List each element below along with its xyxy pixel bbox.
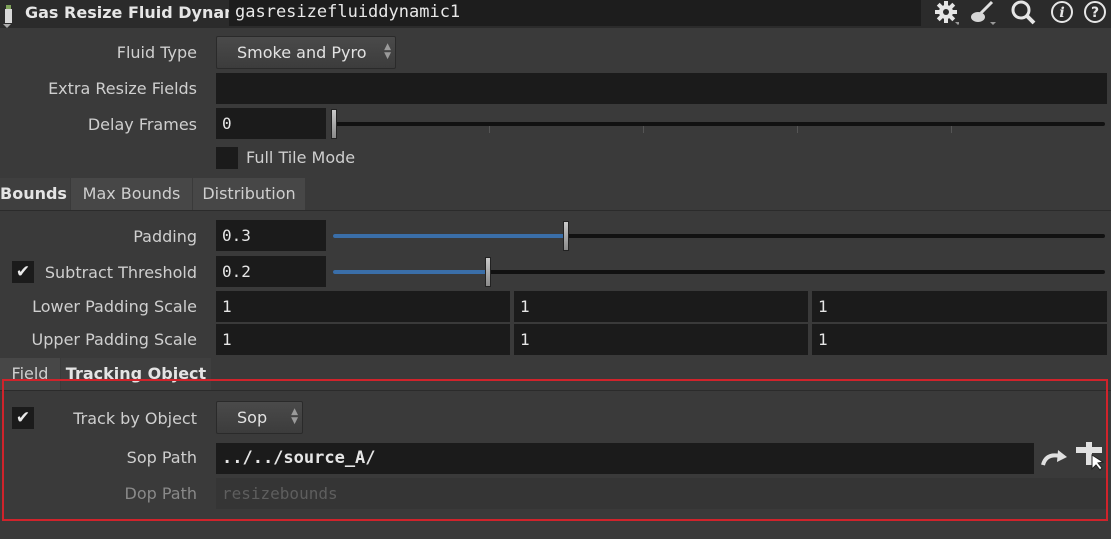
dop-path-label: Dop Path: [124, 484, 198, 503]
magnifier-icon[interactable]: [1007, 0, 1039, 26]
lower-padding-scale-label: Lower Padding Scale: [32, 297, 197, 316]
tab-tracking-object[interactable]: Tracking Object: [61, 358, 211, 390]
operator-chooser-icon[interactable]: [1074, 441, 1106, 471]
padding-label: Padding: [133, 227, 197, 246]
lower-padding-scale-y[interactable]: 1: [514, 291, 808, 322]
gear-icon[interactable]: [930, 0, 962, 26]
subtract-threshold-slider-fill: [333, 270, 487, 274]
tab-max-bounds[interactable]: Max Bounds: [71, 178, 192, 210]
fluid-type-value: Smoke and Pyro: [237, 43, 367, 62]
delay-frames-input[interactable]: 0: [216, 108, 326, 139]
full-tile-mode-label: Full Tile Mode: [246, 148, 356, 167]
help-icon[interactable]: ?: [1079, 0, 1111, 26]
padding-slider-handle[interactable]: [563, 221, 569, 251]
node-name-field[interactable]: gasresizefluiddynamic1: [229, 0, 921, 26]
delay-frames-slider-handle[interactable]: [331, 109, 337, 139]
padding-slider-fill: [333, 234, 565, 238]
subtract-threshold-checkbox[interactable]: ✔: [12, 261, 34, 283]
paintbrush-icon[interactable]: [968, 0, 1000, 26]
slider-tick: [489, 126, 490, 133]
lower-padding-scale-x[interactable]: 1: [216, 291, 510, 322]
track-by-object-menu[interactable]: Sop ▲ ▼: [216, 401, 303, 434]
spinner-arrows-icon: ▲ ▼: [291, 407, 298, 426]
track-by-object-label: Track by Object: [73, 409, 197, 428]
delay-frames-label: Delay Frames: [87, 115, 197, 134]
info-icon[interactable]: i: [1046, 0, 1078, 26]
tab-bounds[interactable]: Bounds: [0, 178, 70, 210]
jump-to-operator-icon[interactable]: [1040, 447, 1068, 471]
sop-path-input[interactable]: ../../source_A/: [216, 443, 1034, 474]
track-by-object-checkbox[interactable]: ✔: [12, 407, 34, 429]
upper-padding-scale-y[interactable]: 1: [514, 324, 808, 355]
fluid-type-menu[interactable]: Smoke and Pyro ▲ ▼: [216, 36, 396, 69]
tab-divider: [0, 210, 1111, 211]
node-type-label: Gas Resize Fluid Dynamic: [25, 3, 256, 22]
tab-divider: [0, 390, 1111, 391]
track-by-object-value: Sop: [237, 408, 268, 427]
svg-text:i: i: [1059, 5, 1064, 21]
slider-tick: [797, 126, 798, 133]
upper-padding-scale-z[interactable]: 1: [812, 324, 1107, 355]
spinner-arrows-icon: ▲ ▼: [384, 42, 391, 61]
lower-padding-scale-z[interactable]: 1: [812, 291, 1107, 322]
delay-frames-slider-track[interactable]: [333, 122, 1105, 126]
svg-text:?: ?: [1091, 5, 1099, 21]
subtract-threshold-input[interactable]: 0.2: [216, 256, 326, 287]
subtract-threshold-label: Subtract Threshold: [44, 263, 197, 282]
tab-distribution[interactable]: Distribution: [193, 178, 305, 210]
dop-path-input: resizebounds: [216, 478, 1107, 509]
upper-padding-scale-x[interactable]: 1: [216, 324, 510, 355]
extra-resize-fields-label: Extra Resize Fields: [48, 79, 197, 98]
sop-path-label: Sop Path: [126, 448, 197, 467]
slider-tick: [951, 126, 952, 133]
subtract-threshold-slider-handle[interactable]: [485, 257, 491, 287]
padding-input[interactable]: 0.3: [216, 220, 326, 251]
fluid-type-label: Fluid Type: [116, 43, 197, 62]
tab-field[interactable]: Field: [0, 358, 60, 390]
full-tile-mode-checkbox[interactable]: [216, 147, 238, 169]
upper-padding-scale-label: Upper Padding Scale: [31, 330, 197, 349]
extra-resize-fields-input[interactable]: [216, 73, 1107, 104]
slider-tick: [643, 126, 644, 133]
node-type-icon: [3, 4, 14, 28]
